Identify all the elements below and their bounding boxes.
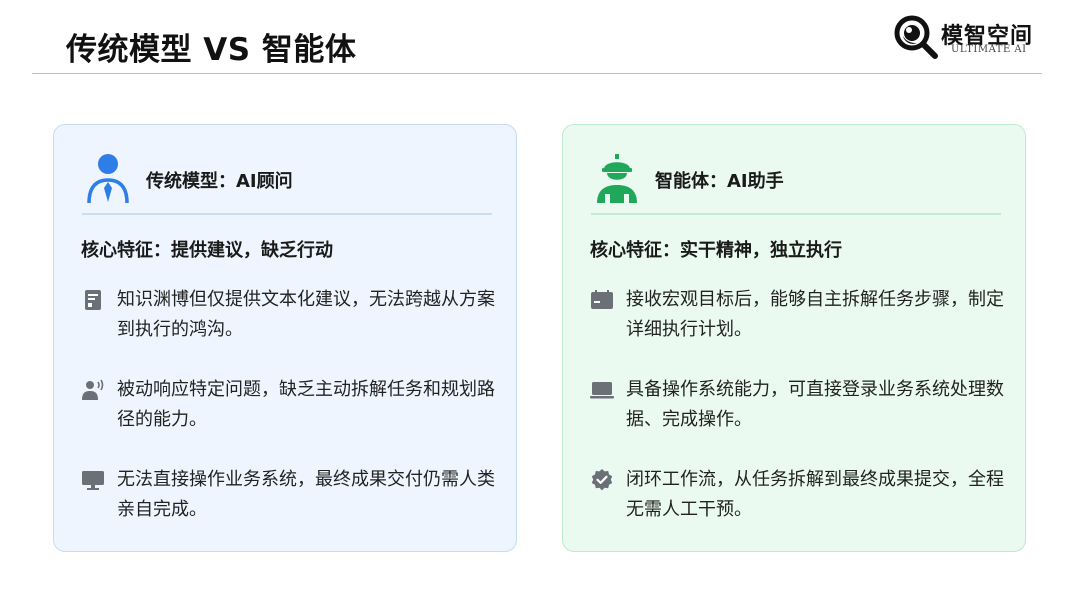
agent-card: 智能体：AI助手 核心特征：实干精神，独立执行 接收宏观目标后，能够自主拆解任务… [562,124,1026,552]
page-title: 传统模型 VS 智能体 [66,32,357,68]
item-text: 知识渊博但仅提供文本化建议，无法跨越从方案到执行的鸿沟。 [117,289,495,340]
calendar-board-icon [591,290,613,309]
card-divider [82,213,492,215]
document-icon [85,290,101,310]
verified-badge-icon [591,469,613,491]
card-title: 智能体：AI助手 [655,171,784,192]
brand-logo: 模智空间 ULTIMATE AI [893,14,1053,62]
card-divider [591,213,1001,215]
item-text: 被动响应特定问题，缺乏主动拆解任务和规划路径的能力。 [117,379,495,430]
title-divider [32,73,1042,74]
monitor-icon [82,471,104,490]
traditional-model-card: 传统模型：AI顾问 核心特征：提供建议，缺乏行动 知识渊博但仅提供文本化建议，无… [53,124,517,552]
core-feature: 核心特征：实干精神，独立执行 [590,240,842,261]
item-text: 具备操作系统能力，可直接登录业务系统处理数据、完成操作。 [626,379,1004,430]
laptop-icon [590,382,614,399]
speaking-person-icon [82,379,104,400]
card-title: 传统模型：AI顾问 [146,171,293,192]
logo-english-name: ULTIMATE AI [951,44,1027,55]
item-text: 无法直接操作业务系统，最终成果交付仍需人类亲自完成。 [117,469,495,520]
core-feature: 核心特征：提供建议，缺乏行动 [81,240,333,261]
item-text: 接收宏观目标后，能够自主拆解任务步骤，制定详细执行计划。 [626,289,1004,340]
worker-helmet-icon [597,154,637,203]
advisor-person-icon [87,154,129,204]
magnifier-logo-icon [894,15,938,59]
item-text: 闭环工作流，从任务拆解到最终成果提交，全程无需人工干预。 [626,469,1004,520]
